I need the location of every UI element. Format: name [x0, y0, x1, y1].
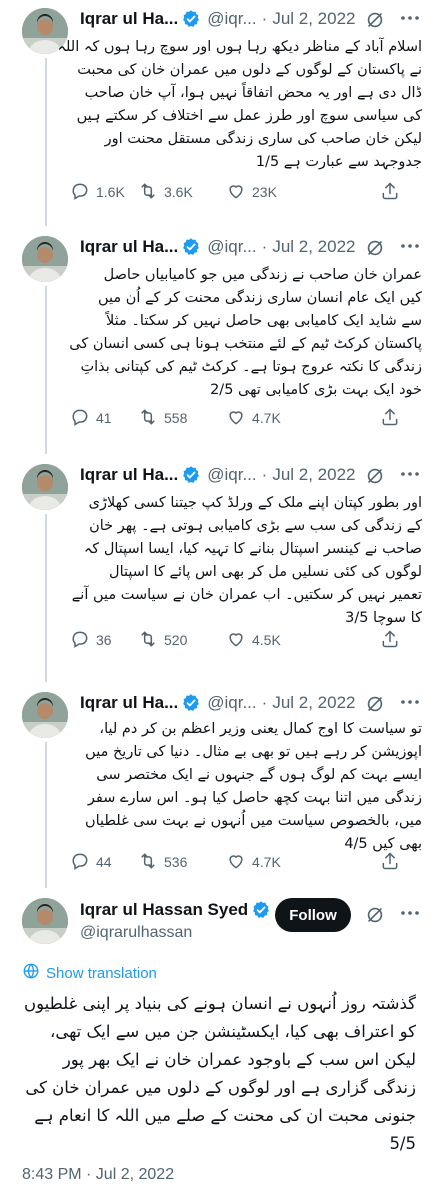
tweet-text: اسلام آباد کے مناظر دیکھ رہا ہوں اور سوچ… [57, 39, 423, 170]
reply-icon [70, 407, 90, 430]
reply-button[interactable]: 1.6K [70, 181, 138, 204]
like-button[interactable]: 4.5K [226, 629, 318, 652]
tweet-text: تو سیاست کا اوج کمال یعنی وزیر اعظم بن ک… [84, 721, 422, 852]
reply-button[interactable]: 44 [70, 851, 138, 874]
author-handle[interactable]: @iqr... [207, 9, 256, 29]
retweet-button[interactable]: 3.6K [138, 181, 226, 204]
more-options-icon[interactable] [398, 462, 422, 486]
separator-dot: · [261, 693, 268, 712]
retweet-count: 558 [164, 410, 188, 426]
like-count: 4.5K [252, 632, 281, 648]
separator-dot: · [261, 465, 268, 484]
heart-icon [226, 851, 246, 874]
retweet-button[interactable]: 558 [138, 407, 226, 430]
tweet-timestamp[interactable]: 8:43 PM · Jul 2, 2022 [22, 1166, 174, 1184]
more-options-icon[interactable] [398, 234, 422, 258]
share-icon [380, 851, 400, 874]
grok-icon[interactable] [364, 904, 386, 926]
heart-icon [226, 407, 246, 430]
reply-button[interactable]: 41 [70, 407, 138, 430]
like-button[interactable]: 4.7K [226, 851, 318, 874]
grok-icon[interactable] [364, 465, 386, 487]
grok-icon[interactable] [364, 237, 386, 259]
reply-count: 36 [96, 632, 112, 648]
tweet-date[interactable]: Jul 2, 2022 [272, 237, 355, 257]
more-options-icon[interactable] [398, 6, 422, 30]
reply-count: 44 [96, 854, 112, 870]
author-handle[interactable]: @iqrarulhassan [80, 924, 192, 942]
tweet-date[interactable]: Jul 2, 2022 [272, 9, 355, 29]
more-options-icon[interactable] [398, 690, 422, 714]
like-button[interactable]: 23K [226, 181, 318, 204]
reply-icon [70, 851, 90, 874]
retweet-icon [138, 851, 158, 874]
retweet-icon [138, 181, 158, 204]
more-options-icon[interactable] [398, 901, 422, 925]
thread-tweet-1[interactable]: Iqrar ul Ha... @iqr... · Jul 2, 2022 اسل… [0, 0, 434, 228]
reply-count: 41 [96, 410, 112, 426]
heart-icon [226, 181, 246, 204]
tweet-text: اور بطور کپتان اپنے ملک کے ورلڈ کپ جیتنا… [71, 495, 422, 626]
share-button[interactable] [380, 407, 400, 430]
avatar[interactable] [22, 898, 68, 944]
author-name[interactable]: Iqrar ul Ha... [80, 9, 178, 29]
main-tweet-text: گذشتہ روز اُنہوں نے انسان ہونے کی بنیاد … [24, 994, 416, 1153]
thread-tweet-3[interactable]: Iqrar ul Ha... @iqr... · Jul 2, 2022 اور… [0, 456, 434, 684]
share-icon [380, 407, 400, 430]
author-name[interactable]: Iqrar ul Ha... [80, 693, 178, 713]
share-button[interactable] [380, 181, 400, 204]
tweet-date[interactable]: Jul 2, 2022 [272, 693, 355, 713]
share-icon [380, 181, 400, 204]
retweet-button[interactable]: 536 [138, 851, 226, 874]
retweet-count: 3.6K [164, 184, 193, 200]
reply-icon [70, 629, 90, 652]
thread-tweet-4[interactable]: Iqrar ul Ha... @iqr... · Jul 2, 2022 تو … [0, 684, 434, 888]
like-count: 4.7K [252, 410, 281, 426]
separator-dot: · [261, 9, 268, 28]
verified-badge-icon [181, 9, 201, 29]
verified-badge-icon [181, 237, 201, 257]
grok-icon[interactable] [364, 9, 386, 31]
retweet-count: 536 [164, 854, 188, 870]
reply-button[interactable]: 36 [70, 629, 138, 652]
share-button[interactable] [380, 629, 400, 652]
show-translation-label: Show translation [46, 964, 157, 982]
author-name[interactable]: Iqrar ul Ha... [80, 237, 178, 257]
like-count: 4.7K [252, 854, 281, 870]
author-handle[interactable]: @iqr... [207, 237, 256, 257]
verified-badge-icon [181, 465, 201, 485]
separator-dot: · [261, 237, 268, 256]
retweet-icon [138, 407, 158, 430]
retweet-count: 520 [164, 632, 188, 648]
follow-button[interactable]: Follow [275, 898, 351, 932]
like-count: 23K [252, 184, 277, 200]
tweet-date[interactable]: Jul 2, 2022 [272, 465, 355, 485]
share-icon [380, 629, 400, 652]
globe-icon [22, 962, 40, 984]
retweet-icon [138, 629, 158, 652]
grok-icon[interactable] [364, 693, 386, 715]
like-button[interactable]: 4.7K [226, 407, 318, 430]
author-handle[interactable]: @iqr... [207, 693, 256, 713]
reply-icon [70, 181, 90, 204]
author-handle[interactable]: @iqr... [207, 465, 256, 485]
author-full-name[interactable]: Iqrar ul Hassan Syed [80, 900, 248, 920]
tweet-text: عمران خان صاحب نے زندگی میں جو کامیابیاں… [69, 267, 422, 398]
thread-tweet-2[interactable]: Iqrar ul Ha... @iqr... · Jul 2, 2022 عمر… [0, 228, 434, 456]
verified-badge-icon [251, 900, 271, 920]
share-button[interactable] [380, 851, 400, 874]
show-translation-link[interactable]: Show translation [22, 962, 157, 984]
retweet-button[interactable]: 520 [138, 629, 226, 652]
heart-icon [226, 629, 246, 652]
verified-badge-icon [181, 693, 201, 713]
author-name[interactable]: Iqrar ul Ha... [80, 465, 178, 485]
reply-count: 1.6K [96, 184, 125, 200]
